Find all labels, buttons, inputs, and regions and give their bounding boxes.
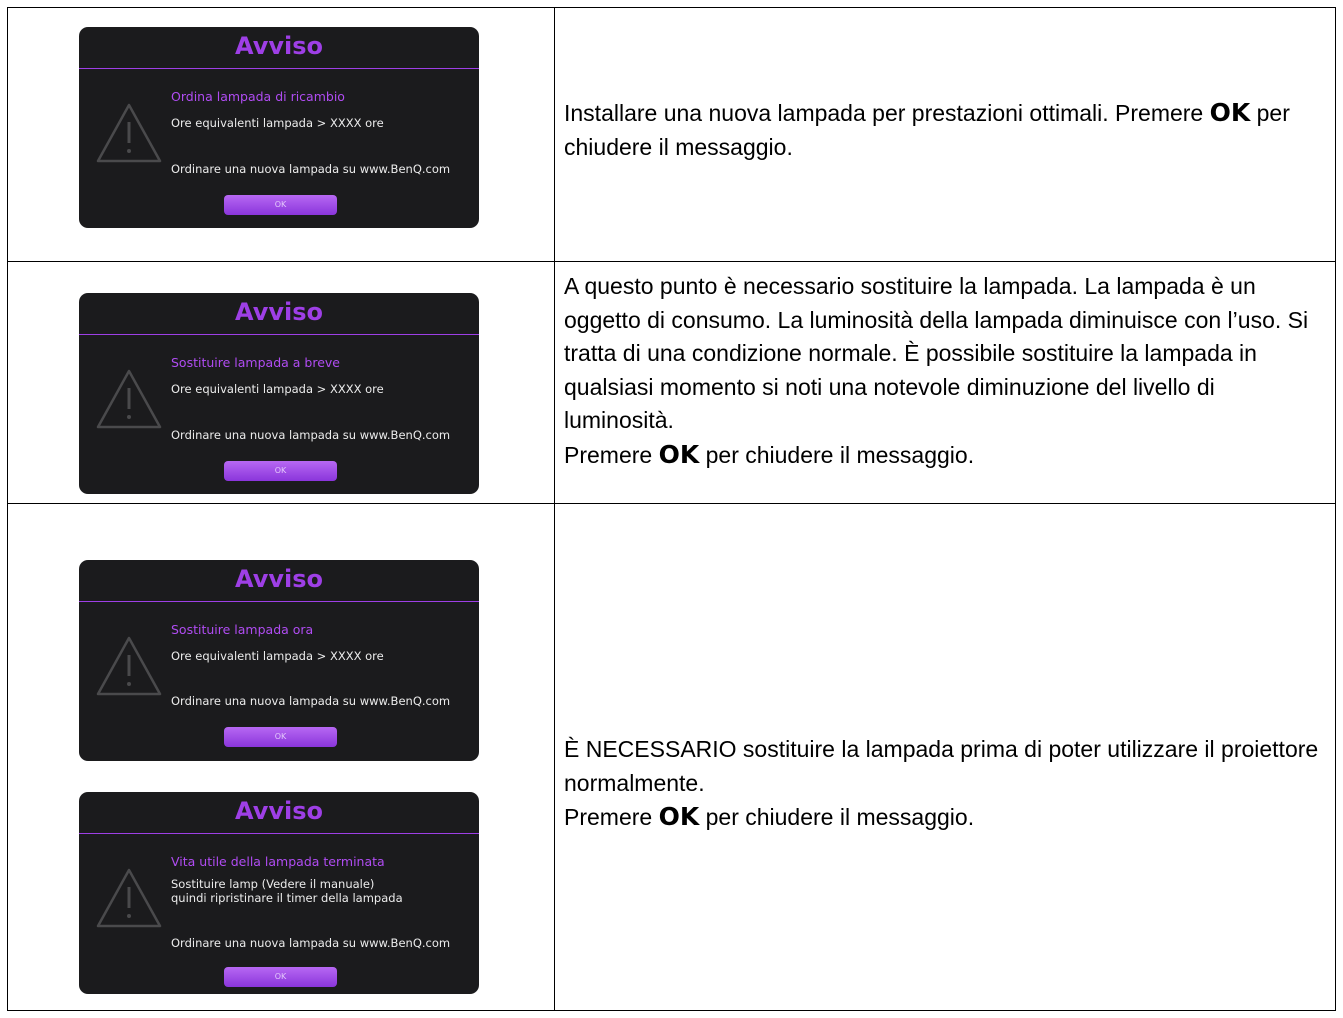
- dialog-order-url-line: Ordinare una nuova lampada su www.BenQ.c…: [171, 936, 451, 950]
- warning-triangle-icon: [96, 369, 162, 429]
- dialog-hours-line: Ore equivalenti lampada > XXXX ore: [171, 116, 384, 130]
- row-1-description: Installare una nuova lampada per prestaz…: [564, 96, 1324, 164]
- dialog-heading: Ordina lampada di ricambio: [171, 89, 345, 104]
- row-2-description: A questo punto è necessario sostituire l…: [564, 270, 1324, 472]
- osd-warning-dialog-lamp-life-ended: Avviso Vita utile della lampada terminat…: [79, 792, 479, 994]
- warning-triangle-icon: [96, 636, 162, 696]
- dialog-heading: Sostituire lampada ora: [171, 622, 314, 637]
- row-3-description: È NECESSARIO sostituire la lampada prima…: [564, 733, 1324, 835]
- warning-triangle-icon: [96, 103, 162, 163]
- ok-button[interactable]: OK: [224, 461, 337, 481]
- dialog-title: Avviso: [234, 32, 323, 60]
- desc-text: per chiudere il messaggio.: [699, 804, 975, 830]
- row-divider: [8, 503, 1335, 504]
- osd-warning-dialog-order-lamp: Avviso Ordina lampada di ricambio Ore eq…: [79, 27, 479, 228]
- dialog-title: Avviso: [234, 565, 323, 593]
- ok-button[interactable]: OK: [224, 967, 337, 987]
- warning-triangle-icon: [96, 868, 162, 928]
- desc-text: Premere: [564, 441, 659, 468]
- desc-text: per chiudere il messaggio.: [699, 441, 975, 468]
- ok-key-label: OK: [658, 802, 700, 831]
- dialog-title-rule: [79, 68, 479, 69]
- desc-text: È NECESSARIO sostituire la lampada prima…: [564, 736, 1319, 796]
- dialog-hours-line: Ore equivalenti lampada > XXXX ore: [171, 382, 384, 396]
- row-divider: [8, 261, 1335, 262]
- ok-button[interactable]: OK: [224, 195, 337, 215]
- osd-warning-dialog-replace-soon: Avviso Sostituire lampada a breve Ore eq…: [79, 293, 479, 494]
- dialog-order-url-line: Ordinare una nuova lampada su www.BenQ.c…: [171, 162, 451, 176]
- dialog-replace-instructions: Sostituire lamp (Vedere il manuale) quin…: [171, 877, 403, 905]
- dialog-title: Avviso: [234, 298, 323, 326]
- osd-warning-dialog-replace-now: Avviso Sostituire lampada ora Ore equiva…: [79, 560, 479, 761]
- column-divider: [554, 8, 555, 1010]
- ok-key-label: OK: [658, 439, 700, 469]
- desc-text: Premere: [564, 804, 659, 830]
- dialog-heading: Sostituire lampada a breve: [171, 355, 340, 370]
- desc-text: Installare una nuova lampada per prestaz…: [564, 100, 1210, 126]
- dialog-order-url-line: Ordinare una nuova lampada su www.BenQ.c…: [171, 694, 451, 708]
- dialog-title-rule: [79, 833, 479, 834]
- dialog-heading: Vita utile della lampada terminata: [171, 854, 385, 869]
- dialog-title: Avviso: [234, 797, 323, 825]
- dialog-title-rule: [79, 334, 479, 335]
- dialog-hours-line: Ore equivalenti lampada > XXXX ore: [171, 649, 384, 663]
- ok-button[interactable]: OK: [224, 727, 337, 747]
- ok-key-label: OK: [1209, 98, 1251, 127]
- desc-text: A questo punto è necessario sostituire l…: [564, 273, 1309, 433]
- dialog-title-rule: [79, 601, 479, 602]
- dialog-order-url-line: Ordinare una nuova lampada su www.BenQ.c…: [171, 428, 451, 442]
